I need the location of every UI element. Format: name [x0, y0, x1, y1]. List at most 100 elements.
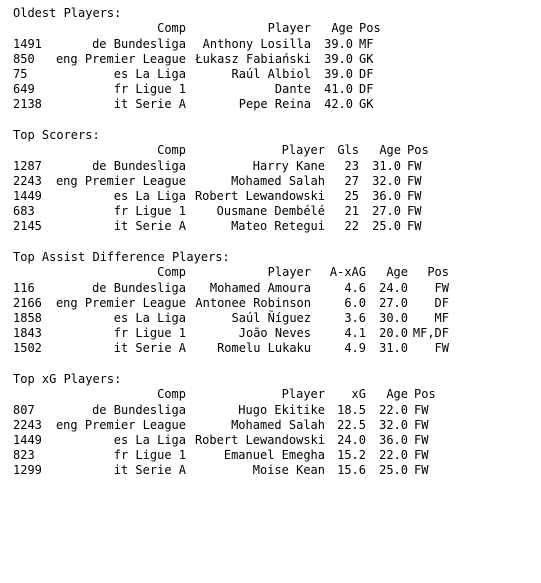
table-row: 649 fr Ligue 1 Dante 41.0 DF: [0, 82, 541, 97]
pos-cell: FW: [407, 189, 422, 203]
player-cell: Łukasz Fabiański: [195, 52, 311, 66]
pos-cell: FW: [414, 448, 429, 462]
table-row: 1491 de Bundesliga Anthony Losilla 39.0 …: [0, 37, 541, 52]
player-cell: Saúl Ñíguez: [231, 311, 311, 325]
pos-cell: FW: [407, 174, 422, 188]
comp-cell: es La Liga: [113, 67, 186, 81]
column-header-pos: Pos: [414, 387, 436, 401]
comp-cell: eng Premier League: [55, 296, 186, 310]
column-header-comp: Comp: [157, 21, 186, 35]
section-title-top-assist-difference: Top Assist Difference Players:: [13, 250, 230, 264]
table-row: 2145 it Serie A Mateo Retegui 22 25.0 FW: [0, 219, 541, 234]
age-cell: 24.0: [379, 281, 408, 295]
table-row: 2243 eng Premier League Mohamed Salah 22…: [0, 418, 541, 433]
player-cell: Romelu Lukaku: [217, 341, 311, 355]
comp-cell: it Serie A: [113, 341, 186, 355]
a-xag-cell: 4.1: [344, 326, 366, 340]
pos-cell: MF: [359, 37, 374, 51]
age-cell: 22.0: [379, 403, 408, 417]
comp-cell: eng Premier League: [55, 52, 186, 66]
comp-cell: de Bundesliga: [92, 403, 186, 417]
a-xag-cell: 4.9: [344, 341, 366, 355]
comp-cell: de Bundesliga: [92, 37, 186, 51]
a-xag-cell: 4.6: [344, 281, 366, 295]
comp-cell: eng Premier League: [55, 174, 186, 188]
row-index: 75: [13, 67, 28, 81]
row-index: 807: [13, 403, 35, 417]
console-output: Oldest Players: Comp Player Age Pos 1491…: [0, 0, 541, 488]
comp-cell: fr Ligue 1: [113, 82, 186, 96]
table-row: 823 fr Ligue 1 Emanuel Emegha 15.2 22.0 …: [0, 448, 541, 463]
age-cell: 27.0: [379, 296, 408, 310]
table-header: Comp Player A-xAG Age Pos: [0, 265, 541, 280]
age-cell: 22.0: [379, 448, 408, 462]
column-header-pos: Pos: [427, 265, 449, 279]
row-index: 1502: [13, 341, 42, 355]
pos-cell: DF: [359, 67, 374, 81]
pos-cell: GK: [359, 52, 374, 66]
age-cell: 39.0: [324, 67, 353, 81]
row-index: 823: [13, 448, 35, 462]
player-cell: Ousmane Dembélé: [216, 204, 325, 218]
pos-cell: GK: [359, 97, 374, 111]
xg-cell: 18.5: [337, 403, 366, 417]
column-header-comp: Comp: [157, 265, 186, 279]
row-index: 116: [13, 281, 35, 295]
pos-cell: DF: [434, 296, 449, 310]
xg-cell: 22.5: [337, 418, 366, 432]
age-cell: 39.0: [324, 37, 353, 51]
comp-cell: de Bundesliga: [92, 159, 186, 173]
column-header-comp: Comp: [157, 143, 186, 157]
table-row: 1449 es La Liga Robert Lewandowski 24.0 …: [0, 433, 541, 448]
table-row: 2243 eng Premier League Mohamed Salah 27…: [0, 174, 541, 189]
player-cell: Mateo Retegui: [231, 219, 325, 233]
table-header: Comp Player Age Pos: [0, 21, 541, 36]
player-cell: Robert Lewandowski: [194, 433, 325, 447]
age-cell: 25.0: [379, 463, 408, 477]
table-header: Comp Player Gls Age Pos: [0, 143, 541, 158]
comp-cell: it Serie A: [113, 463, 186, 477]
player-cell: Hugo Ekitike: [238, 403, 325, 417]
column-header-gls: Gls: [337, 143, 359, 157]
table-row: 850 eng Premier League Łukasz Fabiański …: [0, 52, 541, 67]
xg-cell: 24.0: [337, 433, 366, 447]
row-index: 2243: [13, 418, 42, 432]
pos-cell: DF: [359, 82, 374, 96]
row-index: 1449: [13, 189, 42, 203]
gls-cell: 22: [344, 219, 359, 233]
player-cell: Antonee Robinson: [195, 296, 311, 310]
pos-cell: FW: [434, 281, 449, 295]
table-row: 1299 it Serie A Moise Kean 15.6 25.0 FW: [0, 463, 541, 478]
pos-cell: FW: [414, 463, 429, 477]
player-cell: Dante: [274, 82, 311, 96]
row-index: 2243: [13, 174, 42, 188]
row-index: 649: [13, 82, 35, 96]
row-index: 850: [13, 52, 35, 66]
row-index: 1858: [13, 311, 42, 325]
age-cell: 41.0: [324, 82, 353, 96]
row-index: 2166: [13, 296, 42, 310]
player-cell: Mohamed Salah: [231, 418, 325, 432]
comp-cell: fr Ligue 1: [113, 204, 186, 218]
age-cell: 36.0: [372, 189, 401, 203]
gls-cell: 27: [344, 174, 359, 188]
xg-cell: 15.2: [337, 448, 366, 462]
column-header-pos: Pos: [407, 143, 429, 157]
gls-cell: 25: [344, 189, 359, 203]
table-header: Comp Player xG Age Pos: [0, 387, 541, 402]
player-cell: Pepe Reina: [238, 97, 311, 111]
comp-cell: fr Ligue 1: [113, 448, 186, 462]
table-row: 1858 es La Liga Saúl Ñíguez 3.6 30.0 MF: [0, 311, 541, 326]
row-index: 1287: [13, 159, 42, 173]
comp-cell: es La Liga: [113, 433, 186, 447]
section-title-top-scorers: Top Scorers:: [13, 128, 100, 142]
column-header-player: Player: [281, 387, 325, 401]
table-row: 1502 it Serie A Romelu Lukaku 4.9 31.0 F…: [0, 341, 541, 356]
comp-cell: it Serie A: [113, 219, 186, 233]
column-header-player: Player: [267, 21, 311, 35]
column-header-age: Age: [386, 265, 408, 279]
age-cell: 42.0: [324, 97, 353, 111]
table-row: 683 fr Ligue 1 Ousmane Dembélé 21 27.0 F…: [0, 204, 541, 219]
row-index: 2145: [13, 219, 42, 233]
comp-cell: it Serie A: [113, 97, 186, 111]
